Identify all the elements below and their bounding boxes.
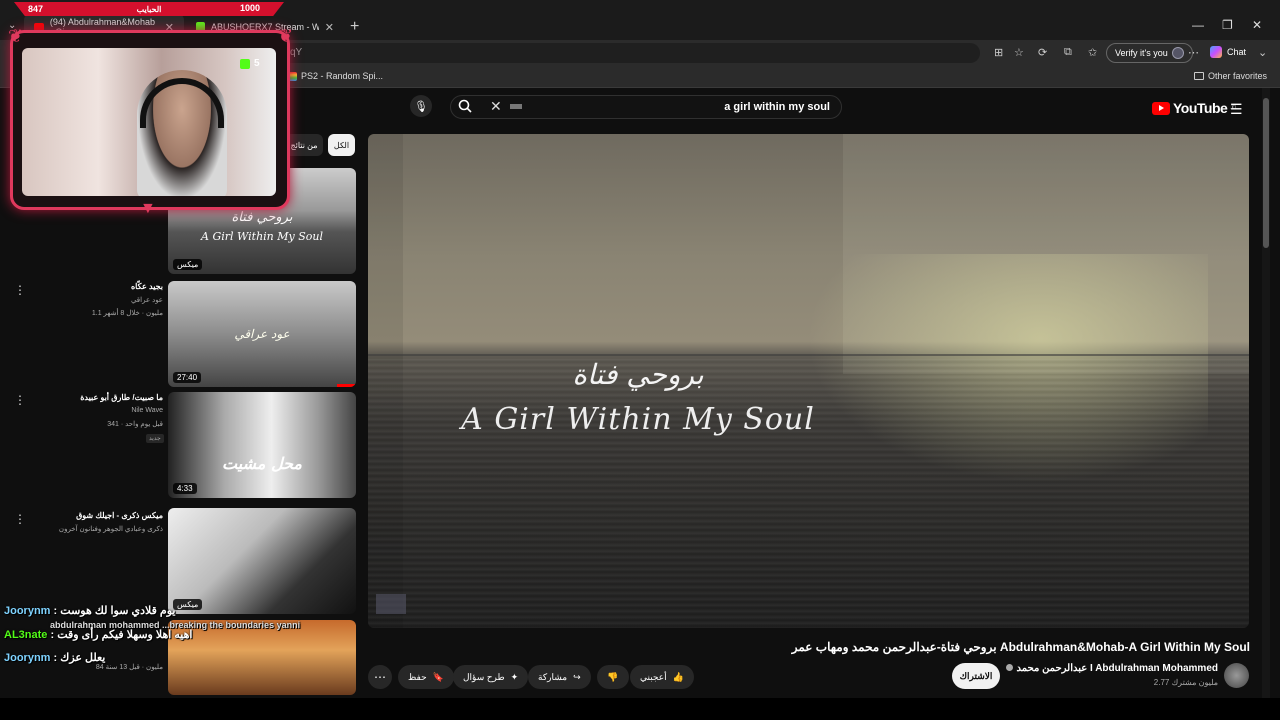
recommendation-thumbnail[interactable]: ميكس — [168, 508, 356, 614]
clear-search-icon[interactable]: ✕ — [490, 98, 502, 115]
ask-button[interactable]: طرح سؤال ✦ — [453, 665, 529, 689]
favorite-star-icon[interactable]: ☆ — [1014, 46, 1024, 59]
recommendation-title[interactable]: ما صبيت/ طارق أبو عبيدة — [30, 393, 163, 402]
more-options-icon[interactable]: ⋮ — [14, 283, 26, 297]
mix-badge: ميكس — [173, 259, 203, 270]
voice-search-icon[interactable]: 🎙 — [410, 95, 432, 117]
recommendation-thumbnail[interactable]: عود عراقي 27:40 — [168, 281, 356, 387]
recommendation-title[interactable]: بجيد عكّاه — [30, 282, 163, 291]
search-caret — [510, 104, 522, 109]
recommendation-thumbnail[interactable] — [168, 620, 356, 695]
share-button[interactable]: مشاركة ↪ — [528, 665, 591, 689]
recommendation-channel[interactable]: Nile Wave — [30, 407, 163, 414]
chip-from-results[interactable]: من نتائج — [285, 134, 323, 156]
frame-horn-left-icon: ❦ — [8, 26, 24, 46]
webcam-feed — [22, 48, 276, 196]
verify-profile-button[interactable]: Verify it's you — [1106, 43, 1193, 63]
channel-name[interactable]: عبدالرحمن محمد I Abdulrahman Mohammed — [980, 663, 1218, 674]
video-title: بروحي فتاة-عبدالرحمن محمد ومهاب عمر Abdu… — [791, 640, 1250, 654]
subscribe-button[interactable]: الاشتراك — [952, 663, 1000, 689]
bookmark-icon: 🔖 — [432, 671, 444, 682]
more-options-icon[interactable]: ⋯ — [1188, 46, 1199, 59]
video-watermark — [376, 594, 406, 614]
other-favorites[interactable]: Other favorites — [1194, 71, 1267, 81]
more-actions-icon[interactable]: ⋯ — [368, 665, 392, 689]
subscriber-count: 2.77 مليون مشترك — [1153, 678, 1218, 687]
video-overlay-arabic: بروحي فتاة — [572, 358, 704, 391]
frame-spike-icon: ▼ — [140, 200, 156, 217]
profile-avatar — [1171, 47, 1184, 59]
viewer-count: 5 — [240, 58, 260, 69]
youtube-logo[interactable]: YouTube JO — [1152, 100, 1236, 116]
duration-badge: 27:40 — [173, 372, 202, 383]
duration-badge: 4:33 — [173, 483, 197, 494]
sidebar-toggle-icon[interactable]: ⌄ — [1258, 46, 1267, 59]
hamburger-menu-icon[interactable]: ☰ — [1230, 101, 1243, 118]
app-available-icon[interactable]: ⊞ — [994, 46, 1003, 59]
like-button[interactable]: أعجبني 👍 — [630, 665, 694, 689]
chat-message: Joorynm : يعلل عزك — [4, 652, 106, 664]
watch-progress — [337, 384, 356, 387]
chat-message: Joorynm : يوم قلادي سوا لك هوست — [4, 605, 176, 617]
youtube-play-icon — [1152, 101, 1170, 115]
channel-avatar[interactable] — [1224, 663, 1249, 688]
search-query: a girl within my soul — [724, 101, 830, 113]
copilot-icon — [1210, 46, 1222, 58]
minimize-icon[interactable]: — — [1192, 18, 1204, 32]
bottom-bar — [0, 698, 1280, 720]
recommendation-thumbnail[interactable]: محل مشيت 4:33 — [168, 392, 356, 498]
horizon-line — [368, 354, 1249, 356]
sparkle-icon: ✦ — [510, 671, 519, 682]
copilot-chat-button[interactable]: Chat — [1210, 46, 1246, 58]
new-tab-button[interactable]: + — [350, 18, 359, 36]
more-options-icon[interactable]: ⋮ — [14, 393, 26, 407]
verified-icon — [1006, 664, 1014, 671]
favorites-icon[interactable]: ✩ — [1088, 46, 1097, 59]
goal-current: 847 — [28, 4, 44, 14]
new-badge: جديد — [146, 434, 164, 443]
dislike-button[interactable]: 👎 — [597, 665, 629, 689]
chat-message: AL3nate : اهيه اهلا وسهلا فيكم رأى وقت — [4, 629, 193, 641]
scrollbar-thumb[interactable] — [1263, 98, 1269, 248]
search-icon[interactable] — [458, 99, 472, 113]
video-overlay-english: A Girl Within My Soul — [461, 402, 815, 437]
kick-logo-icon — [240, 58, 250, 69]
more-options-icon[interactable]: ⋮ — [14, 512, 26, 526]
recommendation-meta: 84 مليون · قبل 13 سنة — [95, 664, 163, 671]
split-screen-icon[interactable]: ⧉ — [1064, 46, 1072, 59]
goal-target: 1000 — [240, 3, 261, 13]
recommendation-meta: 341 · قبل يوم واحد — [107, 421, 163, 428]
recommendation-channel[interactable]: ذكرى وعبادي الجوهر وفنانون آخرون — [30, 525, 163, 533]
save-button[interactable]: حفظ 🔖 — [398, 665, 454, 689]
extensions-icon[interactable]: ⟳ — [1038, 46, 1047, 59]
recommendation-meta: 1.1 مليون · خلال 8 أشهر — [91, 310, 163, 317]
recommendation-title[interactable]: ميكس ذكرى - اجيلك شوق — [30, 511, 163, 520]
recommendation-channel[interactable]: عود عراقي — [30, 296, 163, 304]
goal-label: الحبايب — [136, 4, 162, 14]
sea-waves — [368, 359, 1249, 628]
url-field[interactable]: qY — [280, 43, 980, 63]
favorite-ps2[interactable]: PS2 - Random Spi... — [288, 71, 383, 81]
share-icon: ↪ — [573, 671, 581, 682]
video-player[interactable]: بروحي فتاة A Girl Within My Soul — [368, 134, 1249, 628]
chip-all[interactable]: الكل — [328, 134, 355, 156]
close-window-icon[interactable]: ✕ — [1252, 18, 1262, 32]
thumbs-down-icon: 👎 — [607, 671, 619, 682]
frame-horn-right-icon: ❦ — [278, 26, 294, 46]
folder-icon — [1194, 72, 1204, 80]
maximize-icon[interactable]: ❐ — [1222, 18, 1233, 32]
close-icon[interactable]: ✕ — [325, 21, 334, 34]
mix-badge: ميكس — [173, 599, 203, 610]
thumbs-up-icon: 👍 — [672, 671, 684, 682]
